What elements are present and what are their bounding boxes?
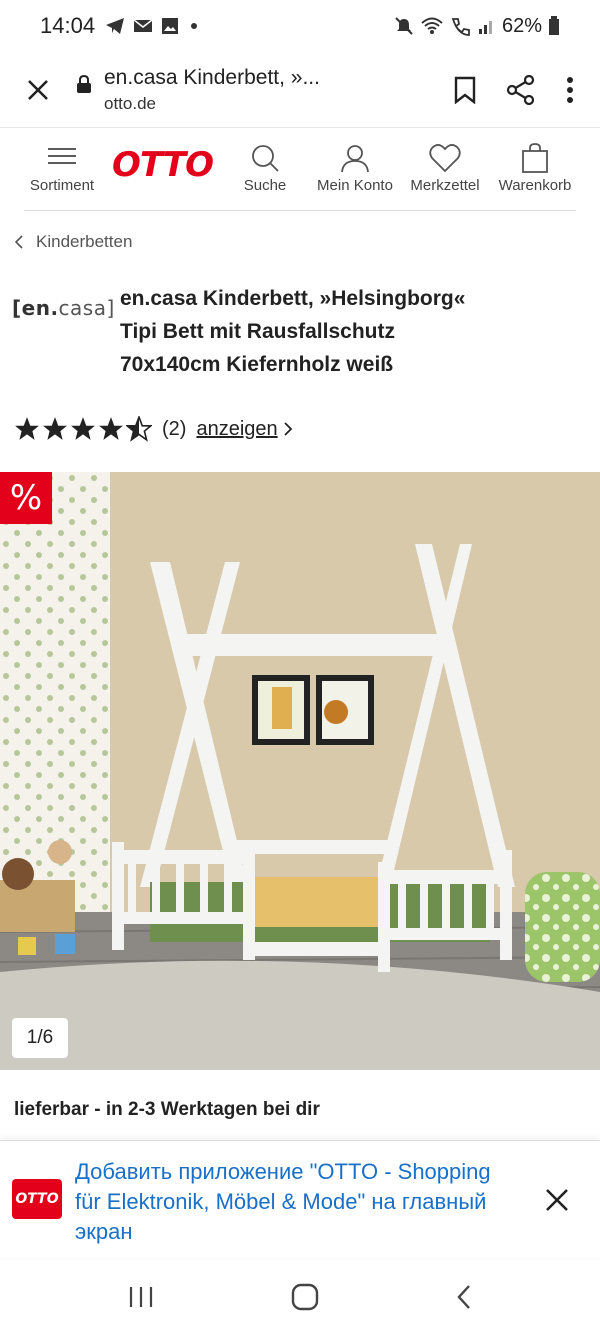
product-title-line: Tipi Bett mit Rausfallschutz [120, 320, 395, 343]
nav-cart-label: Warenkorb [498, 177, 572, 194]
close-icon [28, 79, 48, 100]
hamburger-icon [48, 148, 76, 164]
mute-icon [395, 17, 413, 35]
show-reviews-link[interactable]: anzeigen [196, 418, 277, 441]
banner-install-text[interactable]: Добавить приложение "OTTO - Shopping für… [75, 1157, 495, 1247]
browser-toolbar: en.casa Kinderbett, »... otto.de [0, 52, 600, 128]
status-right: 62% [394, 15, 560, 38]
wifi-call-icon [451, 18, 470, 36]
star-full-icon [71, 417, 95, 440]
install-app-banner[interactable]: OTTO Добавить приложение "OTTO - Shoppin… [0, 1140, 600, 1258]
product-rating[interactable]: (2) anzeigen [14, 416, 294, 442]
heart-icon [429, 144, 461, 173]
nav-cart[interactable]: Warenkorb [494, 143, 576, 194]
page-domain: otto.de [104, 93, 156, 113]
chevron-right-icon [284, 422, 292, 436]
lock-icon [77, 74, 91, 93]
star-half-icon [126, 416, 152, 442]
chevron-left-icon [14, 235, 23, 249]
product-image[interactable] [0, 472, 600, 1070]
otto-logo[interactable]: OTTO [112, 145, 214, 185]
status-bar: 14:04 62% [0, 0, 600, 52]
battery-icon [549, 16, 559, 35]
mail-icon [133, 19, 153, 32]
rating-count: (2) [162, 417, 187, 440]
brand-logo-prefix: [en. [12, 296, 59, 320]
sale-badge: % [0, 472, 52, 524]
signal-icon [478, 21, 492, 34]
availability-text: lieferbar - in 2-3 Werktagen bei dir [14, 1099, 320, 1120]
recent-apps-icon[interactable] [128, 1285, 154, 1309]
page-title: en.casa Kinderbett, »... [104, 65, 320, 89]
banner-app-logo: OTTO [12, 1179, 62, 1219]
product-title-line: en.casa Kinderbett, »Helsingborg« [120, 287, 466, 310]
close-icon [546, 1189, 568, 1211]
nav-account[interactable]: Mein Konto [314, 143, 396, 194]
gallery-icon [162, 18, 179, 34]
banner-close-button[interactable] [542, 1185, 572, 1215]
nav-wishlist-label: Merkzettel [410, 177, 480, 194]
menu-button[interactable]: Sortiment [24, 147, 100, 194]
header-divider [24, 210, 576, 211]
tipi-bed-photo [0, 472, 600, 1070]
brand-logo[interactable]: [en.casa] [12, 296, 115, 320]
header-nav: Suche Mein Konto Merkzettel Warenkorb [224, 143, 576, 194]
url-bar[interactable]: en.casa Kinderbett, »... otto.de [76, 66, 454, 114]
nav-account-label: Mein Konto [317, 177, 393, 194]
search-icon [252, 145, 279, 172]
notification-icons [105, 17, 198, 35]
site-header: Sortiment OTTO Suche Mein Konto Merkzett… [0, 129, 600, 211]
telegram-icon [106, 18, 125, 34]
more-notifications-dot [191, 23, 198, 29]
battery-percent: 62% [501, 14, 542, 37]
nav-wishlist[interactable]: Merkzettel [404, 143, 486, 194]
star-full-icon [15, 417, 39, 440]
system-nav-bar [0, 1262, 600, 1332]
image-counter: 1/6 [12, 1018, 68, 1058]
more-options-icon[interactable] [566, 76, 574, 104]
back-icon[interactable] [456, 1284, 472, 1310]
star-full-icon [43, 417, 67, 440]
breadcrumb-label: Kinderbetten [36, 232, 133, 251]
nav-search[interactable]: Suche [224, 143, 306, 194]
home-icon[interactable] [291, 1283, 319, 1311]
product-title-line: 70x140cm Kiefernholz weiß [120, 353, 394, 376]
breadcrumb[interactable]: Kinderbetten [14, 232, 132, 252]
wifi-icon [421, 17, 443, 34]
close-tab-button[interactable] [0, 52, 76, 128]
menu-label: Sortiment [29, 177, 95, 194]
rating-stars [14, 416, 152, 442]
nav-search-label: Suche [243, 177, 287, 194]
star-full-icon [99, 417, 123, 440]
product-title: en.casa Kinderbett, »Helsingborg« Tipi B… [120, 282, 560, 381]
brand-logo-suffix: casa] [58, 296, 115, 320]
share-icon[interactable] [506, 74, 536, 105]
user-icon [341, 145, 369, 173]
bookmark-icon[interactable] [454, 76, 476, 104]
status-time: 14:04 [40, 13, 96, 38]
bag-icon [522, 143, 548, 173]
